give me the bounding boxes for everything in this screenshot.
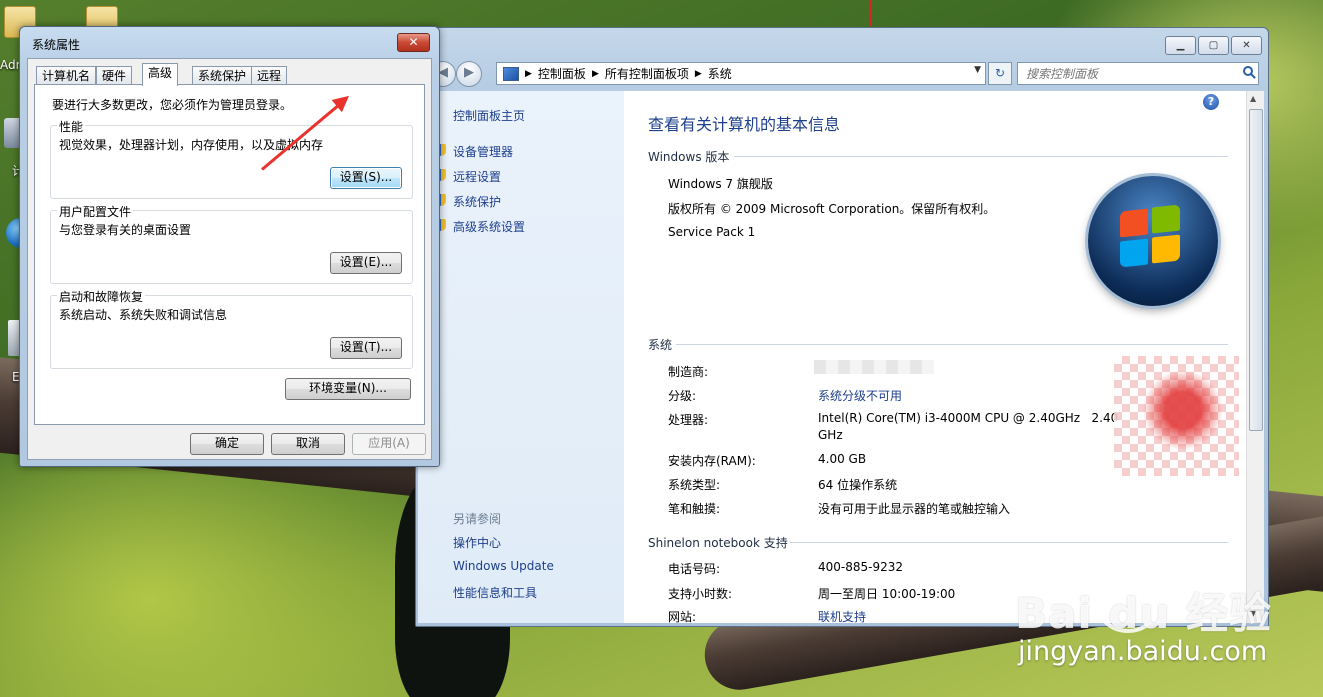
scroll-up-icon[interactable]: ▲ [1250,94,1256,103]
apply-button[interactable]: 应用(A) [352,433,426,455]
forward-button[interactable]: ▶ [456,61,482,87]
pen-touch-value: 没有可用于此显示器的笔或触控输入 [818,502,1011,516]
search-box[interactable] [1017,62,1259,85]
maximize-button[interactable]: ▢ [1198,36,1229,55]
breadcrumb-item[interactable]: 所有控制面板项 [605,65,689,82]
dialog-title: 系统属性 [32,38,81,52]
system-protection-link[interactable]: 系统保护 [453,193,501,210]
left-nav-pane: 控制面板主页 设备管理器 远程设置 系统保护 高级系统设置 另请参阅 操作中心 … [418,91,624,623]
environment-variables-button[interactable]: 环境变量(N)... [285,378,411,400]
main-pane: ? 查看有关计算机的基本信息 Windows 版本 Windows 7 旗舰版 … [624,91,1246,625]
search-icon[interactable] [1243,66,1253,76]
manufacturer-label: 制造商: [668,365,709,379]
divider [734,156,1228,157]
tab-advanced[interactable]: 高级 [142,63,179,86]
chevron-down-icon[interactable]: ▼ [974,65,981,75]
control-panel-home-link[interactable]: 控制面板主页 [453,107,525,124]
navigation-bar: ◀ ▶ ▶ 控制面板 ▶ 所有控制面板项 ▶ 系统 ▼ ↻ [416,60,1268,87]
address-bar[interactable]: ▶ 控制面板 ▶ 所有控制面板项 ▶ 系统 ▼ [496,62,986,85]
search-input[interactable] [1024,63,1238,84]
windows-logo-icon [1088,176,1218,306]
ram-value: 4.00 GB [818,452,867,466]
system-properties-dialog: 系统属性 ✕ 计算机名 硬件 高级 系统保护 远程 要进行大多数更改，您必须作为… [19,26,440,467]
breadcrumb-item[interactable]: 控制面板 [538,65,586,82]
user-profiles-settings-button[interactable]: 设置(E)... [330,252,402,274]
control-panel-window: ▁ ▢ ✕ ◀ ▶ ▶ 控制面板 ▶ 所有控制面板项 ▶ 系统 ▼ ↻ 控制面板… [415,27,1269,627]
processor-value-unit: GHz [818,428,843,442]
divider [790,542,1228,543]
refresh-button[interactable]: ↻ [988,62,1012,85]
performance-settings-button[interactable]: 设置(S)... [330,167,402,189]
service-pack-text: Service Pack 1 [668,225,756,239]
copyright-text: 版权所有 © 2009 Microsoft Corporation。保留所有权利… [668,202,996,216]
processor-value: Intel(R) Core(TM) i3-4000M CPU @ 2.40GHz… [818,411,1119,425]
windows-edition-heading: Windows 版本 [648,150,730,164]
close-button[interactable]: ✕ [397,33,430,52]
rating-link[interactable]: 系统分级不可用 [818,387,902,404]
startup-recovery-group-title: 启动和故障恢复 [57,288,146,305]
manufacturer-value-redacted [814,360,934,374]
system-heading: 系统 [648,338,673,352]
oem-logo-redacted [1114,356,1239,476]
close-button[interactable]: ✕ [1231,36,1262,55]
tab-hardware[interactable]: 硬件 [96,66,133,85]
user-profiles-description: 与您登录有关的桌面设置 [59,223,192,237]
watermark-brand: Bai du 经验 [1015,589,1272,638]
startup-recovery-settings-button[interactable]: 设置(T)... [330,337,402,359]
support-hours-label: 支持小时数: [668,587,733,601]
divider [676,344,1228,345]
device-manager-link[interactable]: 设备管理器 [453,143,513,160]
cancel-button[interactable]: 取消 [271,433,345,455]
phone-value: 400-885-9232 [818,560,904,574]
user-profiles-group-title: 用户配置文件 [57,203,134,220]
startup-recovery-group: 启动和故障恢复 系统启动、系统失败和调试信息 设置(T)... [50,288,413,369]
breadcrumb-separator-icon: ▶ [591,68,599,79]
performance-tools-link[interactable]: 性能信息和工具 [453,584,537,601]
action-center-link[interactable]: 操作中心 [453,534,501,551]
user-profiles-group: 用户配置文件 与您登录有关的桌面设置 设置(E)... [50,203,413,284]
dialog-client-area: 计算机名 硬件 高级 系统保护 远程 要进行大多数更改，您必须作为管理员登录。 … [27,58,432,460]
processor-label: 处理器: [668,413,709,427]
help-icon[interactable]: ? [1203,94,1219,110]
scrollbar-thumb[interactable] [1249,109,1263,431]
performance-group-title: 性能 [57,118,86,135]
advanced-system-settings-link[interactable]: 高级系统设置 [453,218,525,235]
advanced-tab-panel: 要进行大多数更改，您必须作为管理员登录。 性能 视觉效果，处理器计划，内存使用，… [34,84,425,425]
online-support-link[interactable]: 联机支持 [818,608,866,625]
tab-computer-name[interactable]: 计算机名 [36,66,97,85]
see-also-heading: 另请参阅 [453,512,502,526]
performance-group: 性能 视觉效果，处理器计划，内存使用，以及虚拟内存 设置(S)... [50,118,413,199]
vertical-scrollbar[interactable]: ▲ ▼ [1246,91,1264,623]
support-hours-value: 周一至周日 10:00-19:00 [818,587,956,601]
window-caption-buttons: ▁ ▢ ✕ [1165,36,1262,55]
edition-text: Windows 7 旗舰版 [668,177,773,191]
system-type-value: 64 位操作系统 [818,478,898,492]
watermark-url: jingyan.baidu.com [1018,636,1268,667]
page-title: 查看有关计算机的基本信息 [648,115,841,134]
website-label: 网站: [668,610,697,624]
breadcrumb-separator-icon: ▶ [525,68,532,79]
windows-update-link[interactable]: Windows Update [453,559,554,573]
admin-note: 要进行大多数更改，您必须作为管理员登录。 [52,98,293,112]
pen-touch-label: 笔和触摸: [668,502,721,516]
ram-label: 安装内存(RAM): [668,454,756,468]
phone-label: 电话号码: [668,562,721,576]
breadcrumb-item[interactable]: 系统 [708,65,732,82]
control-panel-content: 控制面板主页 设备管理器 远程设置 系统保护 高级系统设置 另请参阅 操作中心 … [418,91,1264,625]
ok-button[interactable]: 确定 [190,433,264,455]
desktop-icon-label[interactable]: Adr [0,58,21,72]
support-heading: Shinelon notebook 支持 [648,536,788,550]
tab-system-protection[interactable]: 系统保护 [192,66,253,85]
tab-remote[interactable]: 远程 [251,66,288,85]
rating-label: 分级: [668,389,697,403]
minimize-button[interactable]: ▁ [1165,36,1196,55]
system-type-label: 系统类型: [668,478,721,492]
annotation-line [870,0,872,26]
breadcrumb-separator-icon: ▶ [694,68,702,79]
control-panel-icon [503,66,519,81]
startup-recovery-description: 系统启动、系统失败和调试信息 [59,308,228,322]
remote-settings-link[interactable]: 远程设置 [453,168,501,185]
